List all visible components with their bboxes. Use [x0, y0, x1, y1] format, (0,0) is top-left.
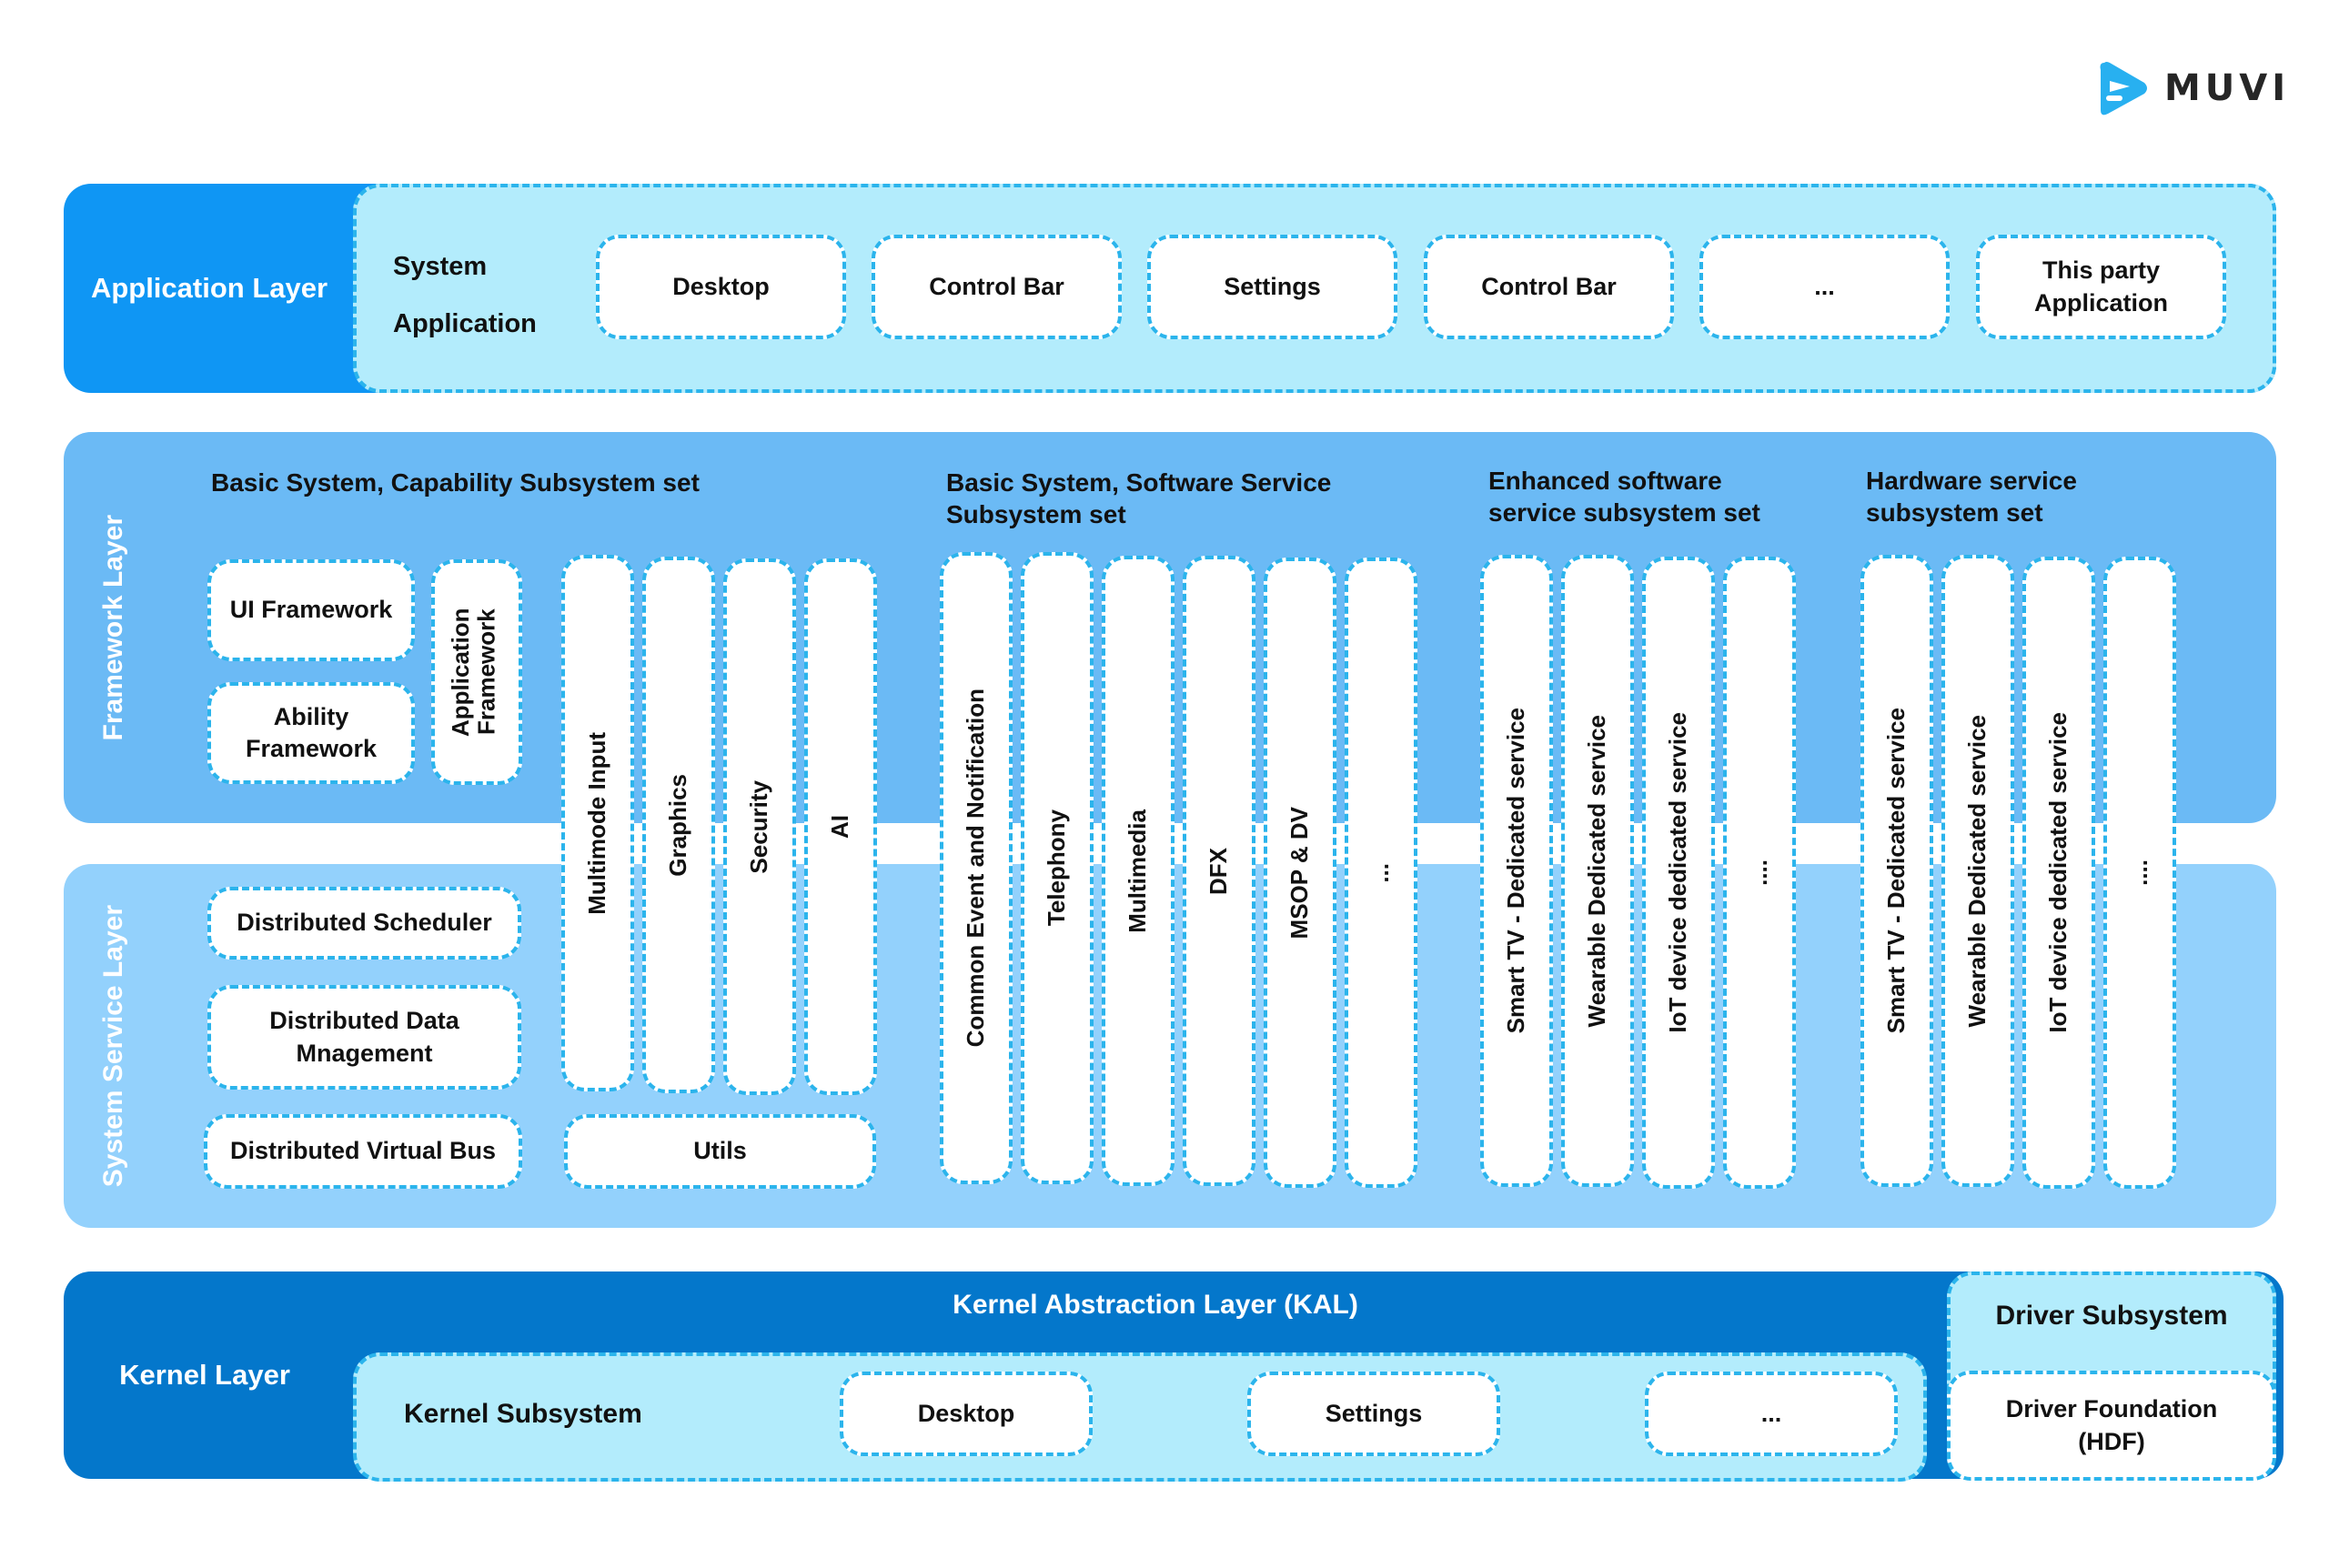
- app-item-more[interactable]: ...: [1699, 235, 1950, 339]
- distributed-scheduler-box[interactable]: Distributed Scheduler: [207, 887, 521, 960]
- column-hardware-iot[interactable]: IoT device dedicated service: [2022, 557, 2095, 1189]
- logo-text: MUVI: [2164, 67, 2291, 109]
- ui-framework-box[interactable]: UI Framework: [207, 559, 415, 661]
- framework-layer-label: Framework Layer: [98, 514, 128, 741]
- ability-framework-box[interactable]: Ability Framework: [207, 682, 415, 784]
- kernel-item-desktop[interactable]: Desktop: [840, 1372, 1093, 1456]
- kernel-layer-label: Kernel Layer: [119, 1358, 290, 1391]
- app-item-control-bar-2[interactable]: Control Bar: [1424, 235, 1674, 339]
- column-software-more[interactable]: ...: [1345, 558, 1417, 1188]
- muvi-logo: MUVI: [2097, 56, 2315, 120]
- column-hardware-smart-tv[interactable]: Smart TV - Dedicated service: [1860, 555, 1933, 1187]
- kernel-item-more[interactable]: ...: [1645, 1372, 1898, 1456]
- column-enhanced-more[interactable]: ....: [1723, 557, 1796, 1189]
- column-ai[interactable]: AI: [804, 558, 877, 1095]
- column-enhanced-smart-tv[interactable]: Smart TV - Dedicated service: [1480, 555, 1553, 1187]
- driver-subsystem-label: Driver Subsystem: [1995, 1301, 2228, 1331]
- column-telephony[interactable]: Telephony: [1021, 552, 1094, 1184]
- distributed-data-management-box[interactable]: Distributed Data Mnagement: [207, 985, 521, 1090]
- column-enhanced-iot[interactable]: IoT device dedicated service: [1642, 557, 1715, 1189]
- app-item-control-bar[interactable]: Control Bar: [872, 235, 1122, 339]
- column-graphics[interactable]: Graphics: [642, 557, 715, 1093]
- kernel-item-settings[interactable]: Settings: [1247, 1372, 1500, 1456]
- column-msop-dv[interactable]: MSOP & DV: [1264, 558, 1336, 1188]
- system-application-label: System Application: [393, 252, 537, 338]
- column-hardware-wearable[interactable]: Wearable Dedicated service: [1941, 555, 2014, 1187]
- system-service-layer-label: System Service Layer: [98, 904, 128, 1188]
- column-enhanced-wearable[interactable]: Wearable Dedicated service: [1561, 555, 1634, 1187]
- group-title-enhanced-software: Enhanced software service subsystem set: [1488, 467, 1760, 527]
- application-layer-label: Application Layer: [90, 272, 328, 305]
- utils-box[interactable]: Utils: [564, 1114, 876, 1189]
- column-common-event-notification[interactable]: Common Event and Notification: [940, 552, 1013, 1184]
- column-security[interactable]: Security: [723, 558, 796, 1095]
- app-item-third-party-application[interactable]: This party Application: [1976, 235, 2226, 339]
- column-dfx[interactable]: DFX: [1183, 556, 1255, 1186]
- column-multimedia[interactable]: Multimedia: [1102, 556, 1175, 1186]
- application-framework-box[interactable]: Application Framework: [431, 559, 522, 785]
- app-item-desktop[interactable]: Desktop: [596, 235, 846, 339]
- kal-title: Kernel Abstraction Layer (KAL): [953, 1290, 1358, 1320]
- group-title-software-service: Basic System, Software Service Subsystem…: [946, 468, 1332, 528]
- column-hardware-more[interactable]: ....: [2103, 557, 2176, 1189]
- app-item-settings[interactable]: Settings: [1147, 235, 1397, 339]
- muvi-logo-icon: [2100, 62, 2147, 116]
- kernel-subsystem-label: Kernel Subsystem: [404, 1399, 642, 1429]
- distributed-virtual-bus-box[interactable]: Distributed Virtual Bus: [204, 1114, 522, 1189]
- group-title-hardware-service: Hardware service subsystem set: [1866, 467, 2077, 527]
- group-title-capability: Basic System, Capability Subsystem set: [211, 468, 700, 497]
- column-multimode-input[interactable]: Multimode Input: [561, 555, 634, 1091]
- driver-foundation-box[interactable]: Driver Foundation (HDF): [1947, 1371, 2276, 1481]
